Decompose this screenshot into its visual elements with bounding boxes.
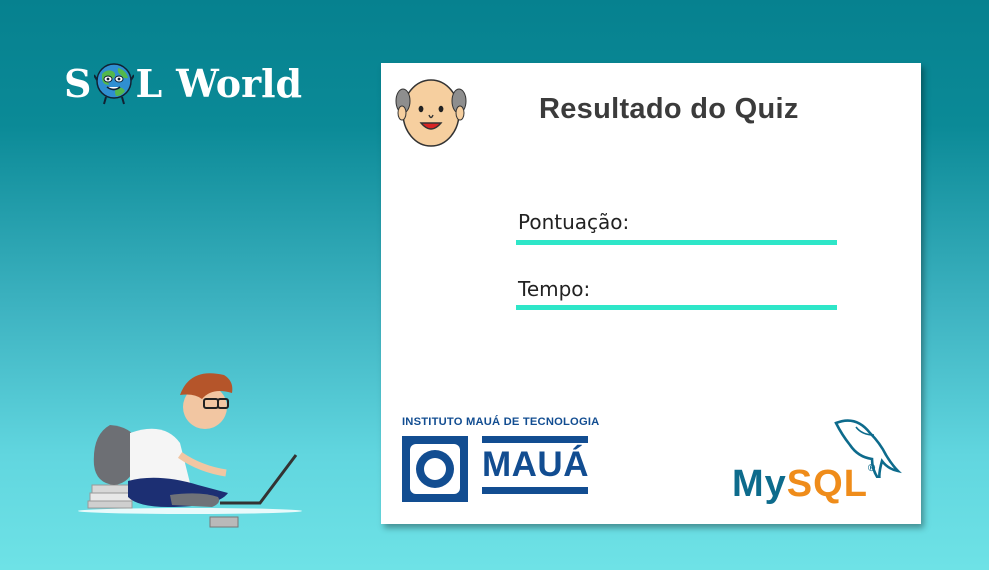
time-label: Tempo: — [518, 277, 591, 301]
score-label: Pontuação: — [518, 210, 630, 234]
professor-avatar-icon — [395, 79, 467, 147]
score-value-line — [516, 240, 837, 245]
mysql-wordmark: MySQL® — [732, 463, 876, 506]
student-laptop-illustration — [78, 373, 302, 528]
maua-top-bar — [482, 436, 588, 443]
maua-wordmark: MAUÁ — [482, 445, 589, 484]
mysql-my-text: My — [732, 463, 787, 505]
mysql-sql-text: SQL — [786, 463, 868, 505]
page-title: Resultado do Quiz — [539, 93, 799, 125]
sql-world-logo: S L World — [64, 60, 302, 106]
maua-emblem-icon — [402, 436, 468, 502]
quiz-result-card: Resultado do Quiz Pontuação: Tempo: INST… — [381, 63, 921, 524]
logo-letter-s: S — [64, 60, 92, 106]
globe-mascot-icon — [94, 63, 135, 105]
maua-institute-logo: INSTITUTO MAUÁ DE TECNOLOGIA MAUÁ — [402, 416, 600, 506]
logo-letter-l: L — [135, 60, 163, 106]
time-value-line — [516, 305, 837, 310]
logo-word-world: World — [176, 60, 303, 106]
registered-mark: ® — [867, 463, 877, 474]
maua-bottom-bar — [482, 487, 588, 494]
mysql-logo: MySQL® — [726, 413, 911, 513]
maua-institute-name: INSTITUTO MAUÁ DE TECNOLOGIA — [402, 416, 600, 428]
